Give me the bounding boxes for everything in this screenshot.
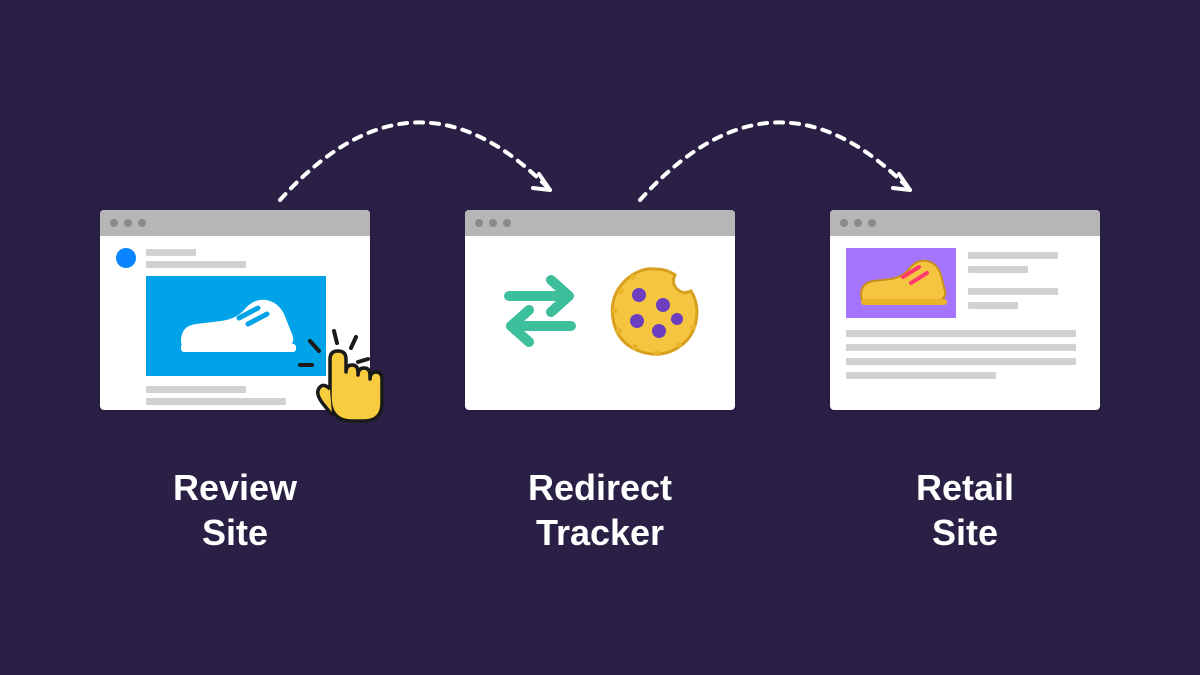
browser-titlebar	[100, 210, 370, 236]
placeholder-line	[846, 358, 1076, 365]
flow-arrow-2	[610, 70, 940, 210]
label-line: Site	[932, 512, 998, 553]
label-line: Retail	[916, 467, 1014, 508]
label-line: Tracker	[536, 512, 664, 553]
window-dot	[124, 219, 132, 227]
shoe-icon	[166, 286, 306, 366]
product-image-purple	[846, 248, 956, 318]
placeholder-line	[968, 288, 1058, 295]
flow-arrow-1	[250, 70, 580, 210]
panel-label-review: Review Site	[100, 465, 370, 555]
window-dot	[138, 219, 146, 227]
browser-titlebar	[465, 210, 735, 236]
panel-label-retail: Retail Site	[830, 465, 1100, 555]
window-dot	[110, 219, 118, 227]
label-line: Site	[202, 512, 268, 553]
placeholder-line	[968, 266, 1028, 273]
panel-label-redirect: Redirect Tracker	[465, 465, 735, 555]
window-dot	[868, 219, 876, 227]
window-dot	[489, 219, 497, 227]
shoe-icon	[851, 253, 951, 313]
placeholder-line	[146, 398, 286, 405]
two-way-arrows-icon	[495, 266, 585, 356]
window-dot	[854, 219, 862, 227]
label-line: Redirect	[528, 467, 672, 508]
placeholder-line	[846, 344, 1076, 351]
window-dot	[840, 219, 848, 227]
redirect-tracker-panel	[465, 210, 735, 410]
placeholder-line	[846, 330, 1076, 337]
placeholder-line	[146, 386, 246, 393]
placeholder-line	[968, 302, 1018, 309]
cursor-click-icon	[290, 325, 400, 435]
placeholder-line	[146, 261, 246, 268]
placeholder-line	[968, 252, 1058, 259]
retail-site-panel	[830, 210, 1100, 410]
browser-titlebar	[830, 210, 1100, 236]
cookie-icon	[605, 261, 705, 361]
window-dot	[475, 219, 483, 227]
label-line: Review	[173, 467, 297, 508]
placeholder-line	[846, 372, 996, 379]
placeholder-line	[146, 249, 196, 256]
avatar	[116, 248, 136, 268]
window-dot	[503, 219, 511, 227]
